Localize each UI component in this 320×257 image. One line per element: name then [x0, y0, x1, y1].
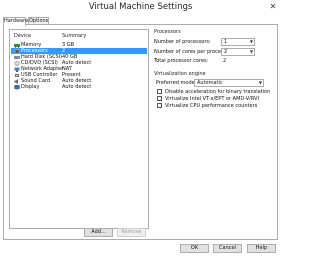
help-button[interactable]: Help: [247, 244, 276, 253]
option-label: Virtualize CPU performance counters: [165, 102, 258, 109]
hard-disk-icon: [14, 55, 20, 59]
preferred-mode-value: Automatic: [197, 80, 223, 86]
window-title: Virtual Machine Settings: [88, 2, 193, 12]
disable-acceleration-option[interactable]: Disable acceleration for binary translat…: [157, 89, 272, 95]
sound-card-icon: [14, 78, 18, 84]
title-bar: Virtual Machine Settings ✕: [0, 0, 281, 14]
disable-acceleration-checkbox[interactable]: [157, 89, 162, 94]
virtualize-vtx-option[interactable]: Virtualize Intel VT-x/EPT or AMD-V/RVI: [157, 96, 272, 102]
cancel-button[interactable]: Cancel: [213, 244, 242, 253]
device-list[interactable]: Device Summary Memory 3 GB Processors 2 …: [9, 29, 149, 229]
display-icon: [14, 84, 20, 90]
virtualize-cpu-counters-checkbox[interactable]: [157, 103, 162, 108]
virtualization-section-title: Virtualization engine: [154, 71, 206, 77]
column-header-device[interactable]: Device: [14, 33, 31, 39]
device-name: Display: [21, 84, 40, 90]
cd-dvd-icon: [14, 60, 20, 66]
virtualize-vtx-checkbox[interactable]: [157, 96, 162, 101]
chevron-down-icon: ▼: [258, 80, 262, 85]
cores-per-processor-select[interactable]: 2 ▼: [221, 48, 255, 56]
virtualize-cpu-counters-option[interactable]: Virtualize CPU performance counters: [157, 103, 272, 109]
device-summary: Auto detect: [62, 84, 92, 90]
ok-button[interactable]: OK: [180, 244, 209, 253]
total-cores-value: 2: [223, 58, 227, 64]
chevron-down-icon: ▼: [249, 39, 253, 44]
option-label: Virtualize Intel VT-x/EPT or AMD-V/RVI: [165, 95, 259, 102]
total-cores-label: Total processor cores:: [154, 58, 209, 64]
network-adapter-icon: [14, 67, 20, 72]
processor-icon: [14, 48, 20, 54]
chevron-down-icon: ▼: [249, 49, 253, 54]
num-processors-value: 1: [224, 39, 228, 45]
tab-hardware[interactable]: Hardware: [3, 17, 28, 26]
memory-icon: [14, 43, 20, 48]
cores-per-processor-value: 2: [224, 49, 228, 55]
column-header-summary[interactable]: Summary: [62, 33, 86, 39]
close-icon[interactable]: ✕: [269, 3, 277, 11]
virtual-machine-settings-window: Virtual Machine Settings ✕ Hardware Opti…: [0, 0, 281, 257]
option-label: Disable acceleration for binary translat…: [165, 88, 271, 95]
num-processors-label: Number of processors:: [154, 39, 211, 45]
hardware-panel: Device Summary Memory 3 GB Processors 2 …: [3, 24, 278, 240]
device-row-display[interactable]: Display Auto detect: [11, 84, 147, 90]
remove-button[interactable]: Remove: [117, 228, 146, 237]
processors-section-title: Processors: [154, 29, 181, 35]
usb-controller-icon: [15, 73, 19, 77]
num-processors-select[interactable]: 1 ▼: [221, 38, 255, 46]
preferred-mode-select[interactable]: Automatic ▼: [194, 79, 264, 87]
add-button[interactable]: Add...: [84, 228, 113, 237]
preferred-mode-label: Preferred mode:: [156, 80, 197, 86]
